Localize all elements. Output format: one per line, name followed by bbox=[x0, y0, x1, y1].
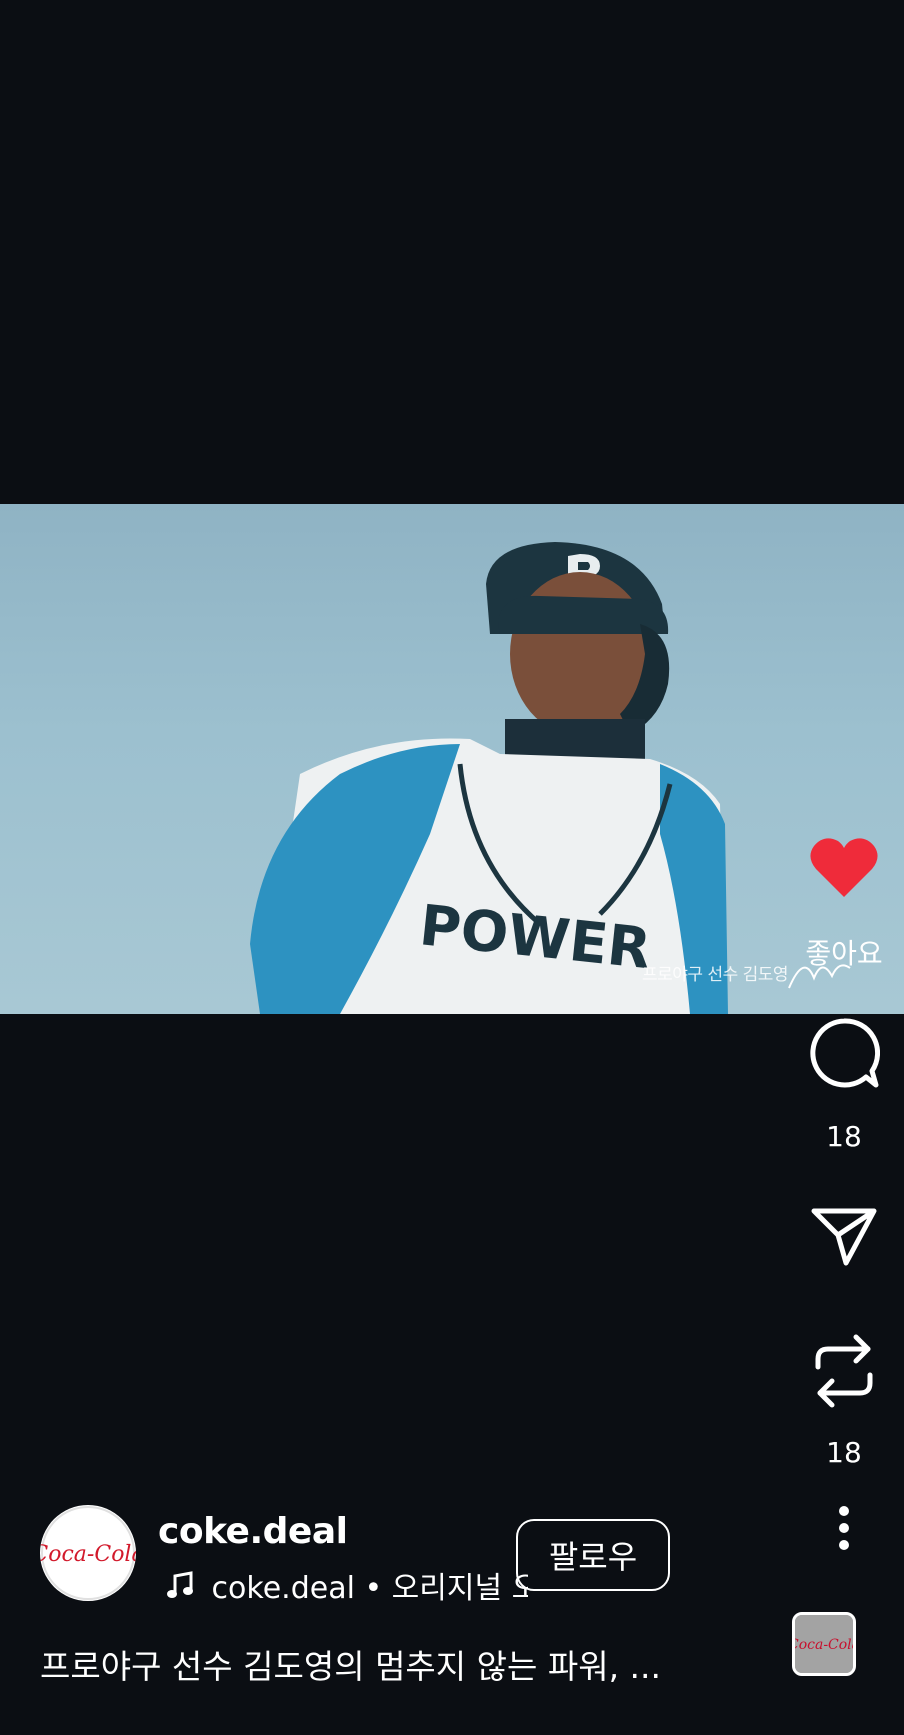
video-overlay-caption: 프로야구 선수 김도영 bbox=[642, 965, 789, 985]
share-action[interactable] bbox=[784, 1205, 904, 1272]
svg-text:Coca-Cola: Coca-Cola bbox=[795, 1637, 853, 1653]
more-action[interactable] bbox=[784, 1505, 904, 1556]
post-caption[interactable]: 프로야구 선수 김도영의 멈추지 않는 파워, ... bbox=[40, 1640, 680, 1688]
username[interactable]: coke.deal bbox=[158, 1511, 348, 1552]
more-icon[interactable] bbox=[834, 1505, 854, 1551]
follow-button[interactable]: 팔로우 bbox=[516, 1519, 670, 1591]
like-label: 좋아요 bbox=[805, 937, 883, 970]
comment-action[interactable]: 18 bbox=[784, 1017, 904, 1153]
video-frame-image: POWER bbox=[250, 542, 728, 1014]
svg-text:Coca-Cola: Coca-Cola bbox=[40, 1542, 136, 1567]
avatar[interactable]: Coca-Cola bbox=[40, 1505, 136, 1601]
repost-action[interactable]: 18 bbox=[784, 1333, 904, 1469]
audio-thumbnail-logo: Coca-Cola bbox=[795, 1615, 853, 1673]
share-icon[interactable] bbox=[810, 1205, 878, 1267]
audio-info[interactable]: coke.deal • 오리지널 오디오 bbox=[158, 1563, 528, 1603]
coca-cola-logo: Coca-Cola bbox=[40, 1506, 136, 1600]
heart-icon[interactable] bbox=[808, 835, 880, 901]
comment-icon[interactable] bbox=[808, 1017, 881, 1089]
like-action[interactable]: 좋아요 bbox=[784, 835, 904, 972]
comment-count: 18 bbox=[826, 1120, 862, 1153]
repost-icon[interactable] bbox=[812, 1333, 876, 1409]
video-player[interactable]: POWER bbox=[0, 504, 904, 1014]
audio-label: coke.deal • 오리지널 오디오 bbox=[211, 1571, 528, 1603]
audio-thumbnail[interactable]: Coca-Cola bbox=[792, 1612, 856, 1676]
music-note-icon bbox=[167, 1571, 193, 1598]
repost-count: 18 bbox=[826, 1436, 862, 1469]
